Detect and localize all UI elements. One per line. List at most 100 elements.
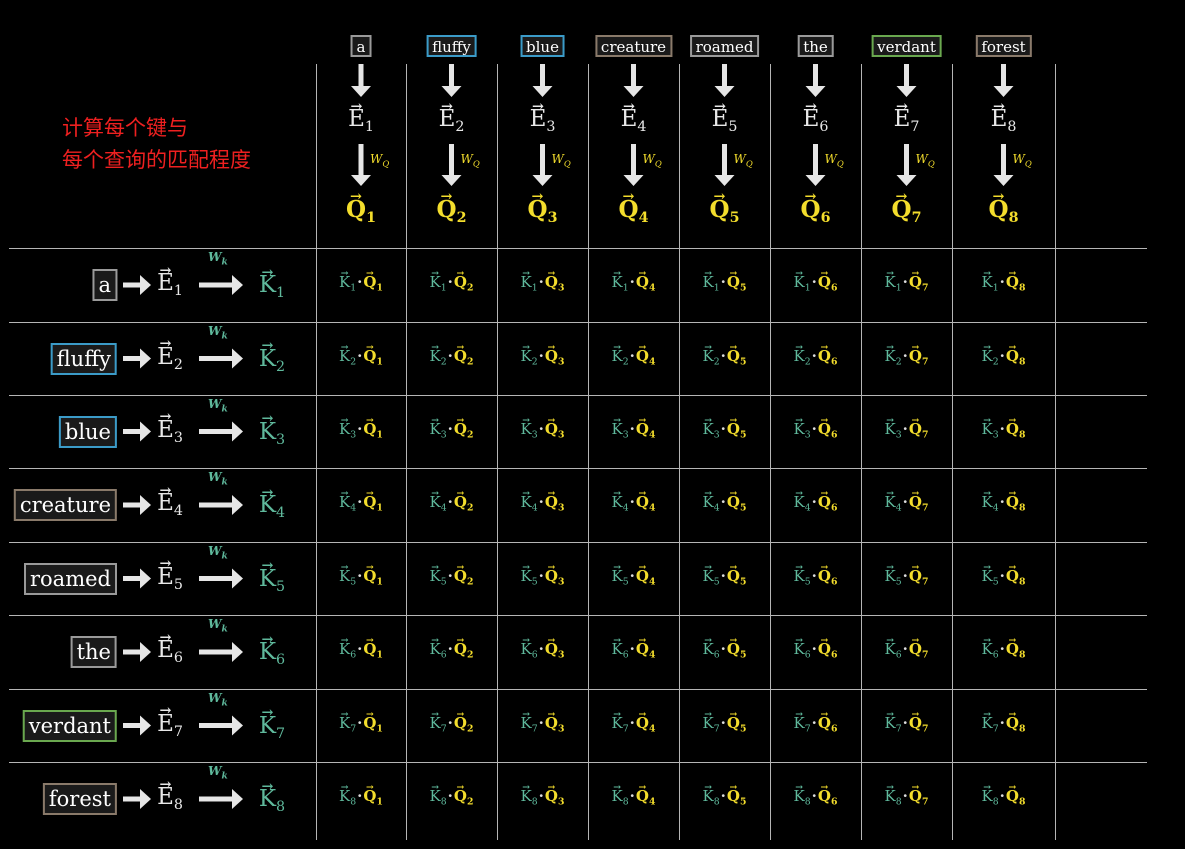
dot-product-cell: K8·Q1 <box>339 787 383 807</box>
grid-vertical-line <box>1055 64 1056 840</box>
row-embedding-vector: E6 <box>157 637 183 666</box>
grid-horizontal-line <box>9 689 1147 690</box>
down-arrow-icon <box>441 64 462 97</box>
row-embedding-vector: E2 <box>157 344 183 373</box>
dot-product-cell: K1·Q1 <box>339 273 383 293</box>
attention-grid-diagram: 计算每个键与 每个查询的匹配程度 aE1WQQ1fluffyE2WQQ2blue… <box>0 0 1185 849</box>
dot-product-cell: K8·Q4 <box>612 787 656 807</box>
query-matrix-label: WQ <box>460 152 480 169</box>
query-vector: Q6 <box>801 196 831 226</box>
key-vector: K8 <box>259 786 285 815</box>
down-arrow-icon <box>714 64 735 97</box>
dot-product-cell: K1·Q7 <box>885 273 929 293</box>
dot-product-cell: K1·Q5 <box>703 273 747 293</box>
right-arrow-icon <box>123 789 151 809</box>
grid-vertical-line <box>588 64 589 840</box>
right-arrow-icon <box>123 642 151 662</box>
column-token-label: the <box>797 35 834 57</box>
dot-product-cell: K4·Q1 <box>339 493 383 513</box>
dot-product-cell: K7·Q6 <box>794 714 838 734</box>
dot-product-cell: K7·Q1 <box>339 714 383 734</box>
down-arrow-icon <box>351 144 371 186</box>
down-arrow-icon <box>714 144 735 186</box>
dot-product-cell: K1·Q3 <box>521 273 565 293</box>
key-vector: K6 <box>259 639 285 668</box>
right-arrow-icon <box>199 715 243 736</box>
grid-vertical-line <box>861 64 862 840</box>
column-token-label: blue <box>520 35 565 57</box>
query-matrix-label: WQ <box>370 152 390 169</box>
column-embedding-vector: E1 <box>348 106 374 135</box>
dot-product-cell: K6·Q4 <box>612 640 656 660</box>
dot-product-cell: K8·Q8 <box>982 787 1026 807</box>
down-arrow-icon <box>623 144 644 186</box>
dot-product-cell: K6·Q1 <box>339 640 383 660</box>
down-arrow-icon <box>993 64 1014 97</box>
key-matrix-label: Wk <box>208 396 228 414</box>
row-token-label: roamed <box>24 562 117 595</box>
dot-product-cell: K5·Q6 <box>794 567 838 587</box>
column-embedding-vector: E2 <box>439 106 465 135</box>
down-arrow-icon <box>896 144 917 186</box>
row-token-label: blue <box>58 415 117 448</box>
query-vector: Q1 <box>346 196 376 226</box>
column-embedding-vector: E8 <box>991 106 1017 135</box>
dot-product-cell: K3·Q1 <box>339 420 383 440</box>
right-arrow-icon <box>199 789 243 809</box>
row-embedding-vector: E7 <box>157 711 183 740</box>
right-arrow-icon <box>123 495 151 515</box>
grid-horizontal-line <box>9 395 1147 396</box>
column-token-label: fluffy <box>426 35 477 57</box>
query-matrix-label: WQ <box>824 152 844 169</box>
dot-product-cell: K7·Q4 <box>612 714 656 734</box>
dot-product-cell: K1·Q6 <box>794 273 838 293</box>
grid-horizontal-line <box>9 248 1147 249</box>
key-matrix-label: Wk <box>208 323 228 341</box>
dot-product-cell: K4·Q4 <box>612 493 656 513</box>
dot-product-cell: K3·Q8 <box>982 420 1026 440</box>
column-embedding-vector: E7 <box>894 106 920 135</box>
column-token-label: creature <box>594 35 673 57</box>
dot-product-cell: K4·Q3 <box>521 493 565 513</box>
grid-vertical-line <box>316 64 317 840</box>
query-vector: Q5 <box>710 196 740 226</box>
grid-vertical-line <box>497 64 498 840</box>
query-matrix-label: WQ <box>733 152 753 169</box>
dot-product-cell: K7·Q7 <box>885 714 929 734</box>
right-arrow-icon <box>123 275 151 295</box>
down-arrow-icon <box>351 64 371 97</box>
dot-product-cell: K6·Q6 <box>794 640 838 660</box>
row-token-label: creature <box>13 489 117 521</box>
row-embedding-vector: E5 <box>157 564 183 593</box>
column-token-label: roamed <box>689 35 760 57</box>
dot-product-cell: K5·Q5 <box>703 567 747 587</box>
key-matrix-label: Wk <box>208 764 228 782</box>
dot-product-cell: K8·Q7 <box>885 787 929 807</box>
key-vector: K1 <box>259 272 285 301</box>
column-embedding-vector: E6 <box>803 106 829 135</box>
row-token-label: verdant <box>22 709 117 742</box>
right-arrow-icon <box>123 348 151 369</box>
dot-product-cell: K6·Q3 <box>521 640 565 660</box>
key-matrix-label: Wk <box>208 617 228 635</box>
key-vector: K3 <box>259 419 285 448</box>
right-arrow-icon <box>123 421 151 442</box>
query-matrix-label: WQ <box>551 152 571 169</box>
right-arrow-icon <box>123 568 151 589</box>
dot-product-cell: K6·Q7 <box>885 640 929 660</box>
key-vector: K7 <box>259 713 285 742</box>
row-embedding-vector: E1 <box>157 270 183 299</box>
dot-product-cell: K4·Q2 <box>430 493 474 513</box>
down-arrow-icon <box>805 64 826 97</box>
dot-product-cell: K2·Q2 <box>430 347 474 367</box>
grid-horizontal-line <box>9 542 1147 543</box>
dot-product-cell: K5·Q4 <box>612 567 656 587</box>
grid-horizontal-line <box>9 322 1147 323</box>
dot-product-cell: K2·Q4 <box>612 347 656 367</box>
row-embedding-vector: E8 <box>157 784 183 813</box>
dot-product-cell: K3·Q2 <box>430 420 474 440</box>
row-token-label: the <box>70 636 117 668</box>
grid-horizontal-line <box>9 762 1147 763</box>
row-token-label: a <box>92 269 117 301</box>
dot-product-cell: K6·Q8 <box>982 640 1026 660</box>
